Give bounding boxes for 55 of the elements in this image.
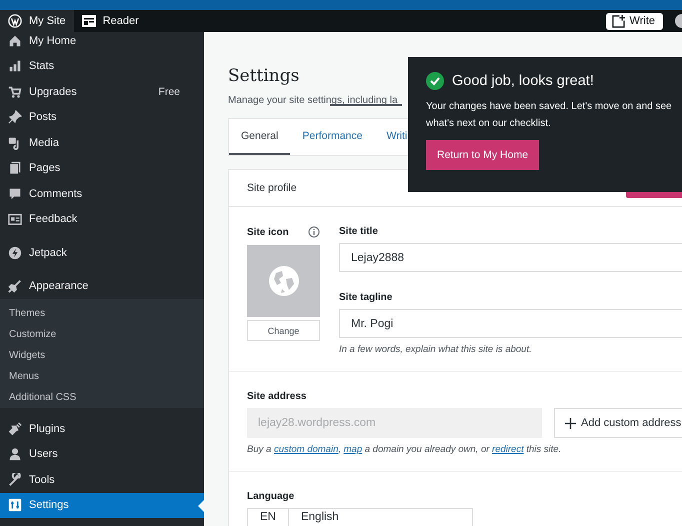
sidebar-item[interactable]: Settings xyxy=(0,492,204,518)
reader-icon xyxy=(82,15,96,27)
field-hint: In a few words, explain what this site is about. xyxy=(339,344,533,355)
site-title-field[interactable]: Lejay2888 xyxy=(339,243,682,272)
submenu-item[interactable]: Additional CSS xyxy=(0,387,204,408)
sidebar-item[interactable]: Appearance xyxy=(0,274,204,299)
hint-link[interactable]: custom domain xyxy=(274,444,338,455)
tab[interactable]: Writi xyxy=(374,119,408,155)
tagline-field[interactable]: Mr. Pogi xyxy=(339,309,682,338)
field-hint: Buy a custom domain, map a domain you already own, or redirect this site. xyxy=(247,444,562,455)
reader-link[interactable]: Reader xyxy=(74,10,147,32)
new-post-icon xyxy=(612,14,625,28)
submenu-item[interactable]: Themes xyxy=(0,303,204,324)
info-icon[interactable] xyxy=(308,226,320,238)
sidebar-item[interactable]: Upgrades Free xyxy=(0,79,204,104)
write-button[interactable]: Write xyxy=(606,12,663,30)
plus-icon xyxy=(565,418,576,428)
hint-link[interactable]: redirect xyxy=(492,444,524,455)
page-subtitle: Manage your site settings, including la xyxy=(228,95,398,106)
sidebar-item[interactable]: Users xyxy=(0,442,204,467)
sidebar-item[interactable]: Jetpack xyxy=(0,240,204,266)
field-label: Site tagline xyxy=(339,292,394,303)
submenu-item[interactable]: Customize xyxy=(0,324,204,345)
section-title: Site profile xyxy=(247,182,297,194)
submenu-item[interactable]: Menus xyxy=(0,366,204,387)
globe-icon xyxy=(268,265,300,297)
sidebar-item[interactable]: Plugins xyxy=(0,416,204,442)
sidebar-item[interactable]: Feedback xyxy=(0,206,204,232)
field-label: Site title xyxy=(339,226,379,237)
page-title: Settings xyxy=(228,66,300,86)
sidebar-item[interactable]: Posts xyxy=(0,104,204,130)
language-select[interactable]: EN English xyxy=(247,508,473,526)
sidebar-item[interactable]: Tools xyxy=(0,467,204,492)
checkmark-icon xyxy=(426,72,444,90)
field-label: Site address xyxy=(247,391,308,402)
site-address-field: lejay28.wordpress.com xyxy=(247,408,542,438)
my-site-link[interactable]: My Site xyxy=(0,10,74,32)
field-label: Site icon xyxy=(247,226,289,238)
change-button[interactable]: Change xyxy=(247,320,320,341)
plan-label: Free xyxy=(158,86,180,98)
return-home-button[interactable]: Return to My Home xyxy=(426,140,540,170)
wordpress-logo-icon xyxy=(8,14,22,28)
sidebar-item[interactable]: Stats xyxy=(0,54,204,79)
field-label: Language xyxy=(247,491,296,502)
tab[interactable]: General xyxy=(229,119,290,155)
sidebar-item[interactable]: Comments xyxy=(0,181,204,206)
submenu-item[interactable]: Widgets xyxy=(0,345,204,366)
notice-title: Good job, looks great! xyxy=(452,73,594,89)
notice-message: Your changes have been saved. Let's move on and see what's next on our checklist. xyxy=(426,100,673,131)
tab[interactable]: Performance xyxy=(290,119,374,155)
hint-link[interactable]: map xyxy=(344,444,362,455)
add-address-button[interactable]: Add custom address xyxy=(554,408,682,438)
sidebar-item[interactable]: Pages xyxy=(0,156,204,181)
sidebar-item[interactable]: My Home xyxy=(0,32,204,54)
sidebar-item[interactable]: Media xyxy=(0,130,204,156)
